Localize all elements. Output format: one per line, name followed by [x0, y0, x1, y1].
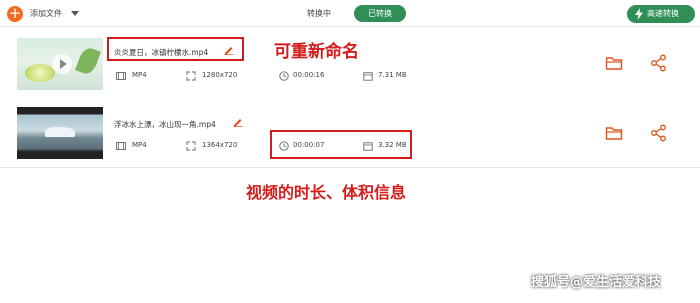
thumbnail-leaf	[75, 45, 101, 77]
file-duration: 00:00:16	[293, 71, 325, 79]
film-icon	[116, 142, 126, 150]
caret-down-icon[interactable]	[71, 11, 79, 16]
top-toolbar: + 添加文件 转换中 已转换 高速转换	[0, 0, 700, 27]
tab-converted[interactable]: 已转换	[354, 5, 406, 22]
lightning-icon	[635, 8, 643, 20]
play-icon[interactable]	[52, 54, 72, 74]
file-size: 7.31 MB	[378, 71, 407, 79]
folder-icon[interactable]	[605, 124, 623, 142]
add-file-button[interactable]: 添加文件	[30, 8, 62, 19]
file-resolution: 1280x720	[202, 71, 238, 79]
file-format: MP4	[132, 71, 147, 79]
edit-pencil-icon[interactable]	[233, 117, 243, 127]
thumbnail-iceberg	[45, 127, 75, 137]
info-highlight-box	[270, 130, 412, 159]
folder-icon[interactable]	[605, 54, 623, 72]
resize-icon	[186, 141, 196, 151]
info-annotation: 视频的时长、体积信息	[246, 183, 407, 202]
tab-converting[interactable]: 转换中	[295, 5, 343, 22]
film-icon	[116, 72, 126, 80]
high-speed-label: 高速转换	[647, 9, 679, 18]
video-thumbnail[interactable]	[17, 38, 103, 90]
watermark: 搜狐号@爱生活爱科技	[531, 275, 662, 290]
share-icon[interactable]	[650, 124, 668, 142]
rename-highlight-box	[107, 37, 244, 61]
high-speed-convert-button[interactable]: 高速转换	[627, 5, 695, 23]
video-thumbnail[interactable]	[17, 107, 103, 159]
thumbnail-lemon	[25, 64, 55, 82]
file-name: 浮冰水上漂，冰山现一角.mp4	[114, 120, 216, 129]
file-resolution: 1364x720	[202, 141, 238, 149]
calendar-icon	[363, 72, 373, 81]
clock-icon	[279, 71, 289, 81]
share-icon[interactable]	[650, 54, 668, 72]
rename-annotation: 可重新命名	[274, 42, 359, 62]
resize-icon	[186, 71, 196, 81]
file-format: MP4	[132, 141, 147, 149]
plus-icon[interactable]: +	[7, 6, 23, 22]
